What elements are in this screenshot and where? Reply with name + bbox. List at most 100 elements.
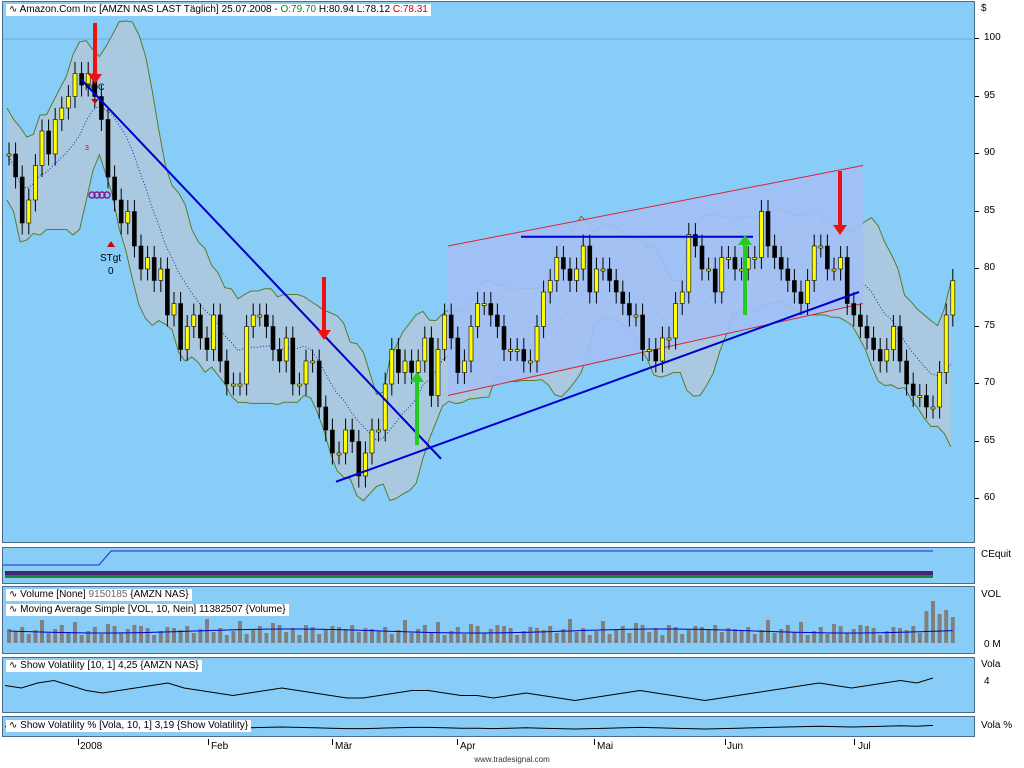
volume-panel[interactable]: ∿ Volume [None] 9150185 {AMZN NAS} ∿ Mov… xyxy=(2,586,975,654)
candle-body xyxy=(26,199,32,224)
header-close: C:78.31 xyxy=(392,4,428,15)
x-label-feb: Feb xyxy=(211,741,229,752)
volume-bar xyxy=(323,630,328,643)
x-label-mar: Mär xyxy=(335,741,353,752)
y-tick-mark xyxy=(975,210,979,212)
candle-body xyxy=(105,119,111,178)
price-chart: POC STgt 0 3 xyxy=(3,20,974,502)
candle-body xyxy=(877,349,883,362)
volume-bar xyxy=(680,634,685,643)
volume-bar xyxy=(733,629,737,643)
candle-body xyxy=(257,314,263,318)
candle-body xyxy=(627,303,632,316)
volume-bar xyxy=(911,626,916,643)
volume-bar xyxy=(238,621,242,643)
candle-body xyxy=(673,303,678,339)
candle-body xyxy=(6,153,12,157)
volume-bar xyxy=(429,632,434,643)
candle-body xyxy=(759,211,764,258)
volume-bar xyxy=(845,633,850,643)
header-icon: ∿ xyxy=(9,4,18,15)
volume-bar xyxy=(805,635,810,643)
volume-bar xyxy=(46,633,51,643)
x-label-apr: Apr xyxy=(460,741,476,752)
volume-bar xyxy=(409,633,414,643)
volume-bar xyxy=(931,601,935,643)
candle-body xyxy=(798,291,804,304)
candle-body xyxy=(943,314,949,373)
candle-body xyxy=(145,257,150,270)
volume-bar xyxy=(264,633,269,643)
volume-bar xyxy=(211,632,216,643)
candle-body xyxy=(825,245,830,270)
volatility-line xyxy=(4,677,934,702)
x-label-jul: Jul xyxy=(858,741,871,752)
volume-bar xyxy=(330,626,335,643)
volatility-panel[interactable]: ∿ Show Volatility [10, 1] 4,25 {AMZN NAS… xyxy=(2,657,975,713)
x-tick-mar xyxy=(332,739,333,745)
candle-body xyxy=(924,395,929,408)
volume-bar xyxy=(455,627,460,643)
candle-body xyxy=(508,349,513,352)
candle-body xyxy=(646,349,652,352)
candle-body xyxy=(785,268,791,281)
candle-body xyxy=(303,360,309,385)
y-tick-mark xyxy=(975,325,979,327)
volume-bar xyxy=(917,633,922,643)
volume-bar xyxy=(244,634,249,643)
candle-body xyxy=(765,211,771,247)
candle-body xyxy=(792,280,797,293)
candle-body xyxy=(171,303,177,316)
candle-body xyxy=(686,234,692,293)
volume-bar xyxy=(271,623,275,643)
volume-bar xyxy=(297,635,302,643)
volume-bar xyxy=(594,631,599,643)
stgt-label: STgt xyxy=(100,253,121,264)
x-tick-jul xyxy=(854,739,855,745)
volume-bar xyxy=(693,626,698,643)
candle-body xyxy=(33,165,38,201)
equity-chart xyxy=(3,550,933,578)
candle-body xyxy=(613,280,619,293)
candle-body xyxy=(488,303,494,316)
volatility-axis-tick: 4 xyxy=(984,676,990,687)
volatility-title: ∿ Show Volatility [10, 1] 4,25 {AMZN NAS… xyxy=(6,660,202,672)
volume-bar xyxy=(607,634,612,643)
candle-body xyxy=(653,349,659,362)
candle-body xyxy=(831,268,837,272)
candle-body xyxy=(277,349,282,362)
volume-bar xyxy=(350,625,355,643)
candle-body xyxy=(864,326,870,339)
equity-panel[interactable] xyxy=(2,547,975,584)
candle-body xyxy=(264,314,269,327)
candle-body xyxy=(514,349,520,352)
volume-bar xyxy=(865,626,869,643)
candle-body xyxy=(851,303,857,316)
volume-bar xyxy=(706,629,711,643)
volatility-pct-panel[interactable]: ∿ Show Volatility % [Vola, 10, 1] 3,19 {… xyxy=(2,716,975,737)
chart-header: ∿ Amazon.Com Inc [AMZN NAS LAST Täglich]… xyxy=(6,4,431,16)
candle-body xyxy=(165,268,170,316)
candle-body xyxy=(719,257,725,293)
candle-body xyxy=(270,326,276,350)
candle-body xyxy=(369,429,375,454)
volume-bar xyxy=(158,631,163,643)
candle-body xyxy=(72,73,78,97)
volume-axis-tick: 0 M xyxy=(984,639,1001,650)
price-chart-panel[interactable]: POC STgt 0 3 ∿ Amazon.Com Inc [AMZN NAS LAS… xyxy=(2,1,975,543)
volume-bar xyxy=(502,626,506,643)
candle-body xyxy=(184,326,190,350)
volume-bar xyxy=(145,628,150,643)
candle-body xyxy=(211,314,216,350)
volume-bar xyxy=(713,625,718,643)
candle-body xyxy=(778,257,784,270)
volume-bar xyxy=(125,629,130,643)
volume-bar xyxy=(667,625,671,643)
candle-body xyxy=(429,337,434,396)
candle-body xyxy=(495,314,500,327)
candle-body xyxy=(132,211,137,247)
header-symbol: Amazon.Com Inc [AMZN NAS LAST Täglich] 2… xyxy=(19,4,281,15)
x-tick-jun xyxy=(725,739,726,745)
volume-bar xyxy=(462,634,467,643)
candle-body xyxy=(178,303,183,350)
